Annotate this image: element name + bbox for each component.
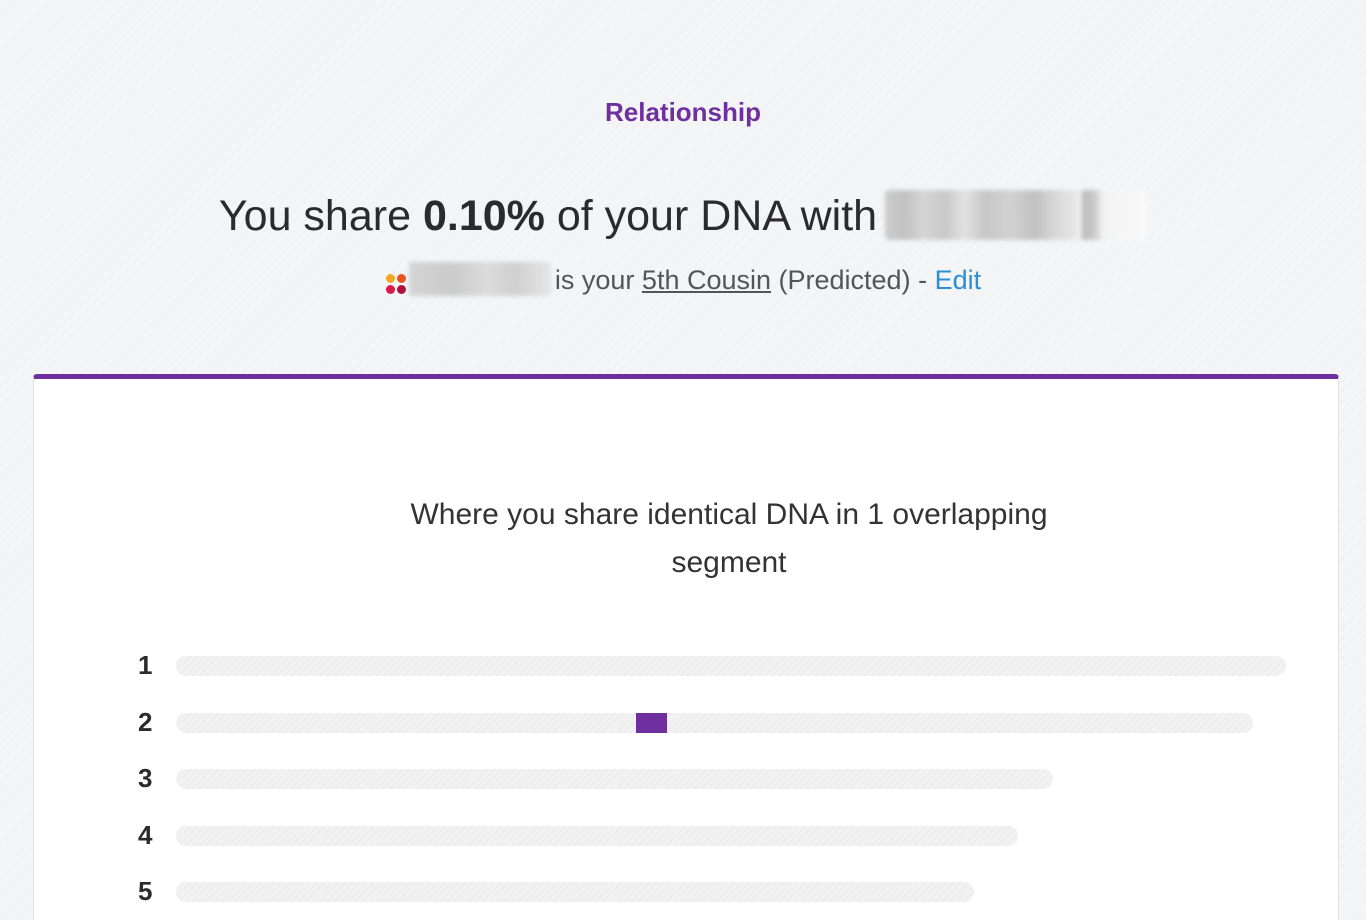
headline-prefix: You share xyxy=(218,192,423,240)
shared-segment[interactable] xyxy=(636,712,667,733)
relationship-header: Relationship You share 0.10% of your DNA… xyxy=(0,0,1366,372)
relationship-link[interactable]: 5th Cousin xyxy=(642,265,771,295)
chromosome-bar[interactable] xyxy=(176,825,1018,846)
chromosome-label: 2 xyxy=(138,706,153,737)
card-title: Where you share identical DNA in 1 overl… xyxy=(410,498,1048,579)
relationship-subline: is your 5th Cousin (Predicted) - Edit xyxy=(0,261,1366,299)
redacted-match-name xyxy=(885,189,1148,240)
subline-middle: is your xyxy=(554,265,642,295)
chromosome-bar[interactable] xyxy=(176,882,974,902)
headline-suffix: of your DNA with xyxy=(544,192,878,240)
shared-percent: 0.10% xyxy=(422,192,545,240)
chromosome-bar[interactable] xyxy=(176,656,1286,676)
section-eyebrow: Relationship xyxy=(604,97,761,127)
profile-dots-icon xyxy=(385,268,407,294)
edit-relationship-link[interactable]: Edit xyxy=(935,265,982,295)
chromosome-label: 1 xyxy=(138,650,153,680)
chromosome-bar[interactable] xyxy=(176,769,1053,789)
dna-share-headline: You share 0.10% of your DNA with xyxy=(0,189,1366,244)
chromosome-label: 3 xyxy=(138,763,153,793)
chromosome-bar[interactable] xyxy=(176,712,1253,733)
redacted-match-name-small xyxy=(408,261,551,296)
shared-dna-card: Where you share identical DNA in 1 overl… xyxy=(33,374,1339,920)
chromosome-label: 4 xyxy=(138,819,153,850)
subline-suffix: (Predicted) - xyxy=(771,265,935,295)
chromosome-label: 5 xyxy=(138,876,153,906)
